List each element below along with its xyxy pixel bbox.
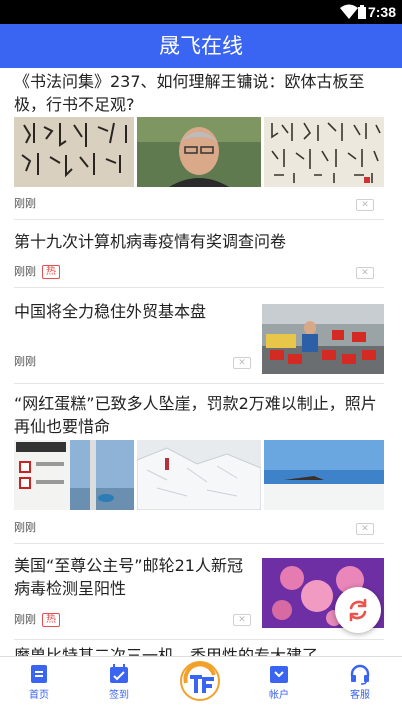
headset-icon xyxy=(350,664,370,685)
news-meta: 刚刚 xyxy=(14,520,36,536)
tab-label: 客服 xyxy=(350,690,370,701)
calligraphy-image xyxy=(14,117,134,187)
tab-customer-service[interactable]: 客服 xyxy=(330,657,390,709)
news-item[interactable]: 《书法问集》237、如何理解王镛说：欧体古板至极，行书不足观? 刚刚 ✕ xyxy=(14,68,384,220)
publish-time: 刚刚 xyxy=(14,265,36,278)
news-title[interactable]: 中国将全力稳住外贸基本盘 xyxy=(14,300,254,323)
news-meta: 刚刚热 xyxy=(14,612,60,628)
news-title[interactable]: 《书法问集》237、如何理解王镛说：欧体古板至极，行书不足观? xyxy=(14,70,384,116)
tab-label: 签到 xyxy=(109,690,129,701)
calendar-icon xyxy=(110,664,128,683)
portrait-image xyxy=(137,117,261,187)
news-item[interactable]: 魔兽比特甚二次三一机，香甲性的专大建了 xyxy=(14,640,384,656)
wifi-icon xyxy=(340,4,358,19)
news-meta: 刚刚 xyxy=(14,354,36,370)
publish-time: 刚刚 xyxy=(14,613,36,626)
publish-time: 刚刚 xyxy=(14,197,36,210)
publish-time: 刚刚 xyxy=(14,521,36,534)
news-feed[interactable]: 《书法问集》237、如何理解王镛说：欧体古板至极，行书不足观? 刚刚 ✕ 第十九… xyxy=(0,68,402,656)
news-title[interactable]: 魔兽比特甚二次三一机，香甲性的专大建了 xyxy=(14,644,384,656)
news-meta: 刚刚 xyxy=(14,196,36,212)
app-title: 晟飞在线 xyxy=(0,24,402,68)
news-title[interactable]: 美国“至尊公主号”邮轮21人新冠病毒检测呈阳性 xyxy=(14,554,254,600)
dismiss-button[interactable]: ✕ xyxy=(356,199,374,211)
hot-badge: 热 xyxy=(42,613,60,627)
news-title[interactable]: 第十九次计算机病毒疫情有奖调查问卷 xyxy=(14,230,384,253)
factory-image xyxy=(262,304,384,374)
tab-label: 首页 xyxy=(29,690,49,701)
dismiss-button[interactable]: ✕ xyxy=(233,357,251,369)
tab-home[interactable]: 首页 xyxy=(9,657,69,709)
tab-checkin[interactable]: 签到 xyxy=(89,657,149,709)
home-icon xyxy=(31,665,47,683)
dismiss-button[interactable]: ✕ xyxy=(356,523,374,535)
battery-icon xyxy=(358,5,366,19)
dismiss-button[interactable]: ✕ xyxy=(356,267,374,279)
bottom-tab-bar: 首页 签到 帐户 客服 xyxy=(0,656,402,709)
app-logo-icon[interactable] xyxy=(180,661,220,701)
news-title[interactable]: “网红蛋糕”已致多人坠崖，罚款2万难以制止，照片再仙也要惜命 xyxy=(14,392,384,438)
publish-time: 刚刚 xyxy=(14,355,36,368)
news-item[interactable]: 美国“至尊公主号”邮轮21人新冠病毒检测呈阳性 刚刚热 ✕ xyxy=(14,544,384,640)
news-item[interactable]: “网红蛋糕”已致多人坠崖，罚款2万难以制止，照片再仙也要惜命 刚刚 ✕ xyxy=(14,384,384,544)
news-meta: 刚刚热 xyxy=(14,264,60,280)
refresh-icon xyxy=(349,598,367,622)
status-time: 7:38 xyxy=(367,4,396,20)
status-bar: 7:38 xyxy=(0,0,402,24)
hot-badge: 热 xyxy=(42,265,60,279)
calligraphy-image xyxy=(264,117,384,187)
refresh-button[interactable] xyxy=(335,587,381,633)
warning-sign-image xyxy=(14,440,134,510)
news-item[interactable]: 中国将全力稳住外贸基本盘 刚刚 ✕ xyxy=(14,288,384,384)
tab-label: 帐户 xyxy=(269,690,289,701)
dismiss-button[interactable]: ✕ xyxy=(233,614,251,626)
white-rock-image xyxy=(137,440,261,510)
tab-account[interactable]: 帐户 xyxy=(249,657,309,709)
cliff-photo-image xyxy=(264,440,384,510)
news-item[interactable]: 第十九次计算机病毒疫情有奖调查问卷 刚刚热 ✕ xyxy=(14,220,384,288)
account-icon xyxy=(270,666,288,683)
